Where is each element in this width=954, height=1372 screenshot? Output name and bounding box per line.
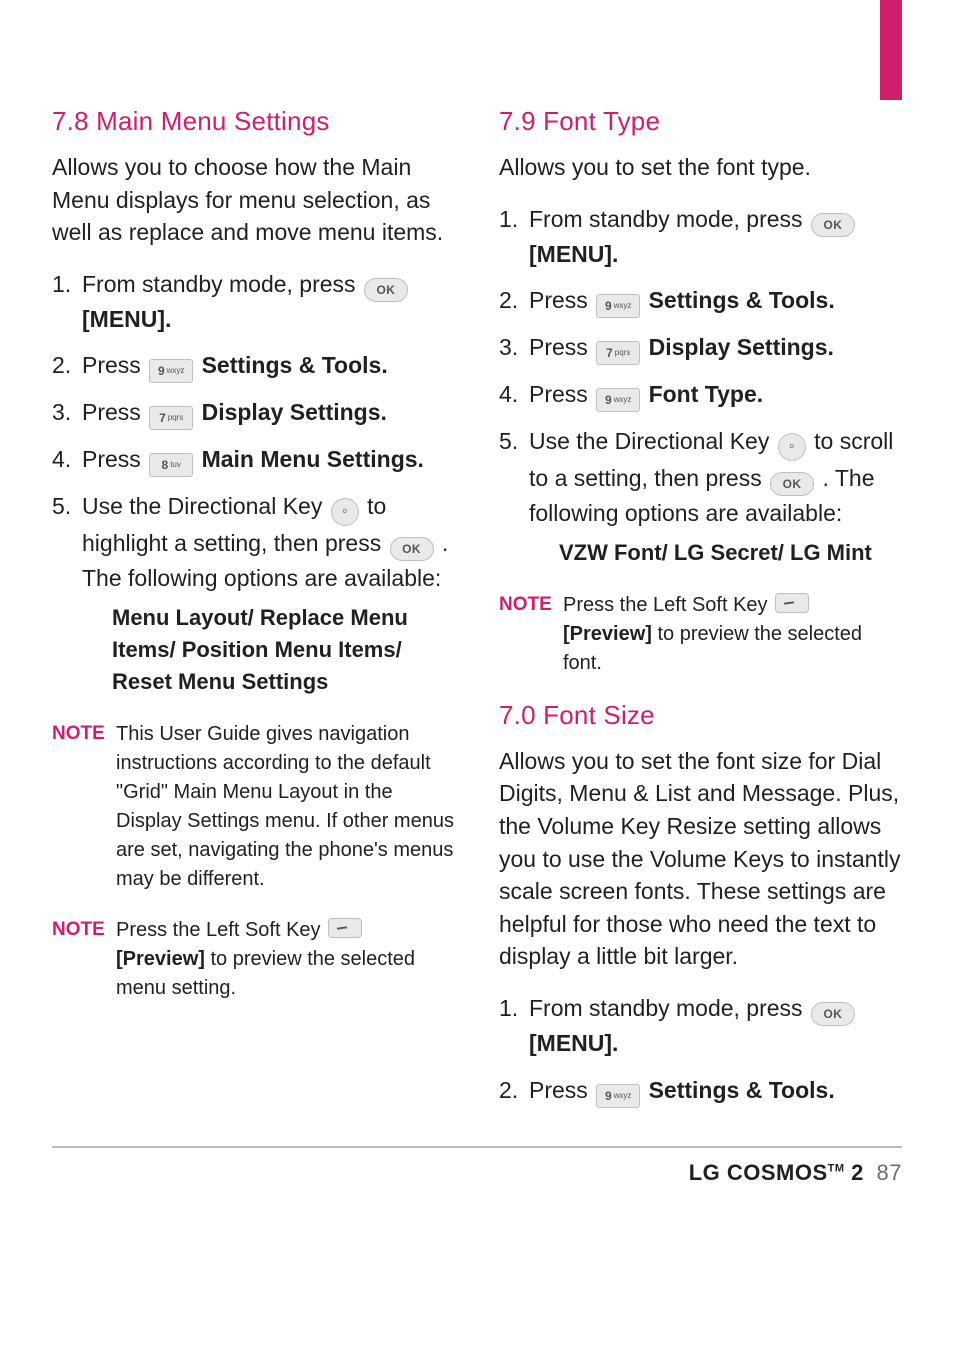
9-key-icon: 9wxyz (149, 359, 193, 383)
step-number: 2. (499, 1073, 529, 1108)
footer-brand-suffix: 2 (845, 1160, 864, 1185)
right-column: 7.9 Font Type Allows you to set the font… (499, 36, 902, 1120)
step-number: 5. (52, 489, 82, 697)
left-soft-key-icon (775, 593, 809, 613)
note-block: NOTE This User Guide gives navigation in… (52, 720, 455, 894)
step-2: 2. Press 9wxyz Settings & Tools. (52, 348, 455, 383)
note-text: This User Guide gives navigation instruc… (116, 720, 455, 894)
step-text: Press (529, 381, 594, 407)
step-5: 5. Use the Directional Key ◦ to scroll t… (499, 424, 902, 568)
ok-key-icon: OK (811, 213, 855, 237)
step-text-bold: Settings & Tools. (202, 352, 388, 378)
step-2: 2. Press 9wxyz Settings & Tools. (499, 1073, 902, 1108)
8-key-icon: 8tuv (149, 453, 193, 477)
step-1: 1. From standby mode, press OK [MENU]. (499, 991, 902, 1061)
note-text: Press the Left Soft Key (116, 919, 326, 941)
page-footer: LG COSMOSTM 2 87 (52, 1146, 902, 1186)
options-list: Menu Layout/ Replace Menu Items/ Positio… (112, 602, 455, 698)
step-text-bold: Settings & Tools. (649, 1077, 835, 1103)
two-column-layout: 7.8 Main Menu Settings Allows you to cho… (52, 36, 902, 1120)
step-4: 4. Press 9wxyz Font Type. (499, 377, 902, 412)
step-number: 3. (52, 395, 82, 430)
ok-key-icon: OK (770, 472, 814, 496)
step-text: Press (82, 446, 147, 472)
step-text: Press (529, 1077, 594, 1103)
left-column: 7.8 Main Menu Settings Allows you to cho… (52, 36, 455, 1120)
step-text: From standby mode, press (529, 206, 809, 232)
step-1: 1. From standby mode, press OK [MENU]. (52, 267, 455, 337)
step-text: Press (82, 352, 147, 378)
7-key-icon: 7pqrs (596, 341, 640, 365)
step-text: Press (529, 334, 594, 360)
page-number: 87 (877, 1160, 902, 1185)
step-text: From standby mode, press (82, 271, 362, 297)
heading-font-type: 7.9 Font Type (499, 106, 902, 137)
note-label: NOTE (499, 591, 563, 678)
step-text-bold: [MENU]. (529, 241, 618, 267)
step-2: 2. Press 9wxyz Settings & Tools. (499, 283, 902, 318)
step-text-bold: Main Menu Settings. (202, 446, 424, 472)
heading-main-menu-settings: 7.8 Main Menu Settings (52, 106, 455, 137)
step-number: 2. (499, 283, 529, 318)
ok-key-icon: OK (364, 278, 408, 302)
step-text-bold: [MENU]. (529, 1030, 618, 1056)
step-text-bold: Display Settings. (202, 399, 387, 425)
step-number: 1. (499, 202, 529, 272)
step-3: 3. Press 7pqrs Display Settings. (499, 330, 902, 365)
step-text: Press (529, 287, 594, 313)
manual-page: 7.8 Main Menu Settings Allows you to cho… (0, 0, 954, 1372)
note-label: NOTE (52, 720, 116, 894)
step-5: 5. Use the Directional Key ◦ to highligh… (52, 489, 455, 697)
step-number: 1. (499, 991, 529, 1061)
step-number: 5. (499, 424, 529, 568)
step-text: Use the Directional Key (529, 428, 776, 454)
step-text: From standby mode, press (529, 995, 809, 1021)
intro-font-size: Allows you to set the font size for Dial… (499, 745, 902, 974)
step-text: Press (82, 399, 147, 425)
note-text-bold: [Preview] (116, 948, 210, 970)
step-1: 1. From standby mode, press OK [MENU]. (499, 202, 902, 272)
ok-key-icon: OK (390, 537, 434, 561)
heading-font-size: 7.0 Font Size (499, 700, 902, 731)
intro-main-menu-settings: Allows you to choose how the Main Menu d… (52, 151, 455, 249)
note-text: Press the Left Soft Key (563, 594, 773, 616)
9-key-icon: 9wxyz (596, 1084, 640, 1108)
left-soft-key-icon (328, 918, 362, 938)
directional-key-icon: ◦ (331, 498, 359, 526)
directional-key-icon: ◦ (778, 433, 806, 461)
trademark-symbol: TM (828, 1162, 845, 1174)
footer-brand: LG COSMOS (689, 1160, 828, 1185)
step-number: 3. (499, 330, 529, 365)
step-number: 2. (52, 348, 82, 383)
step-number: 4. (499, 377, 529, 412)
step-text-bold: Settings & Tools. (649, 287, 835, 313)
intro-font-type: Allows you to set the font type. (499, 151, 902, 184)
9-key-icon: 9wxyz (596, 294, 640, 318)
ok-key-icon: OK (811, 1002, 855, 1026)
step-text-bold: Display Settings. (649, 334, 834, 360)
step-text-bold: Font Type. (649, 381, 764, 407)
note-label: NOTE (52, 916, 116, 1003)
note-block: NOTE Press the Left Soft Key [Preview] t… (499, 591, 902, 678)
note-block: NOTE Press the Left Soft Key [Preview] t… (52, 916, 455, 1003)
step-3: 3. Press 7pqrs Display Settings. (52, 395, 455, 430)
step-text: Use the Directional Key (82, 493, 329, 519)
options-list: VZW Font/ LG Secret/ LG Mint (559, 537, 902, 569)
note-text-bold: [Preview] (563, 623, 657, 645)
color-tab (880, 0, 902, 100)
9-key-icon: 9wxyz (596, 388, 640, 412)
step-number: 4. (52, 442, 82, 477)
step-4: 4. Press 8tuv Main Menu Settings. (52, 442, 455, 477)
step-number: 1. (52, 267, 82, 337)
7-key-icon: 7pqrs (149, 406, 193, 430)
step-text-bold: [MENU]. (82, 306, 171, 332)
